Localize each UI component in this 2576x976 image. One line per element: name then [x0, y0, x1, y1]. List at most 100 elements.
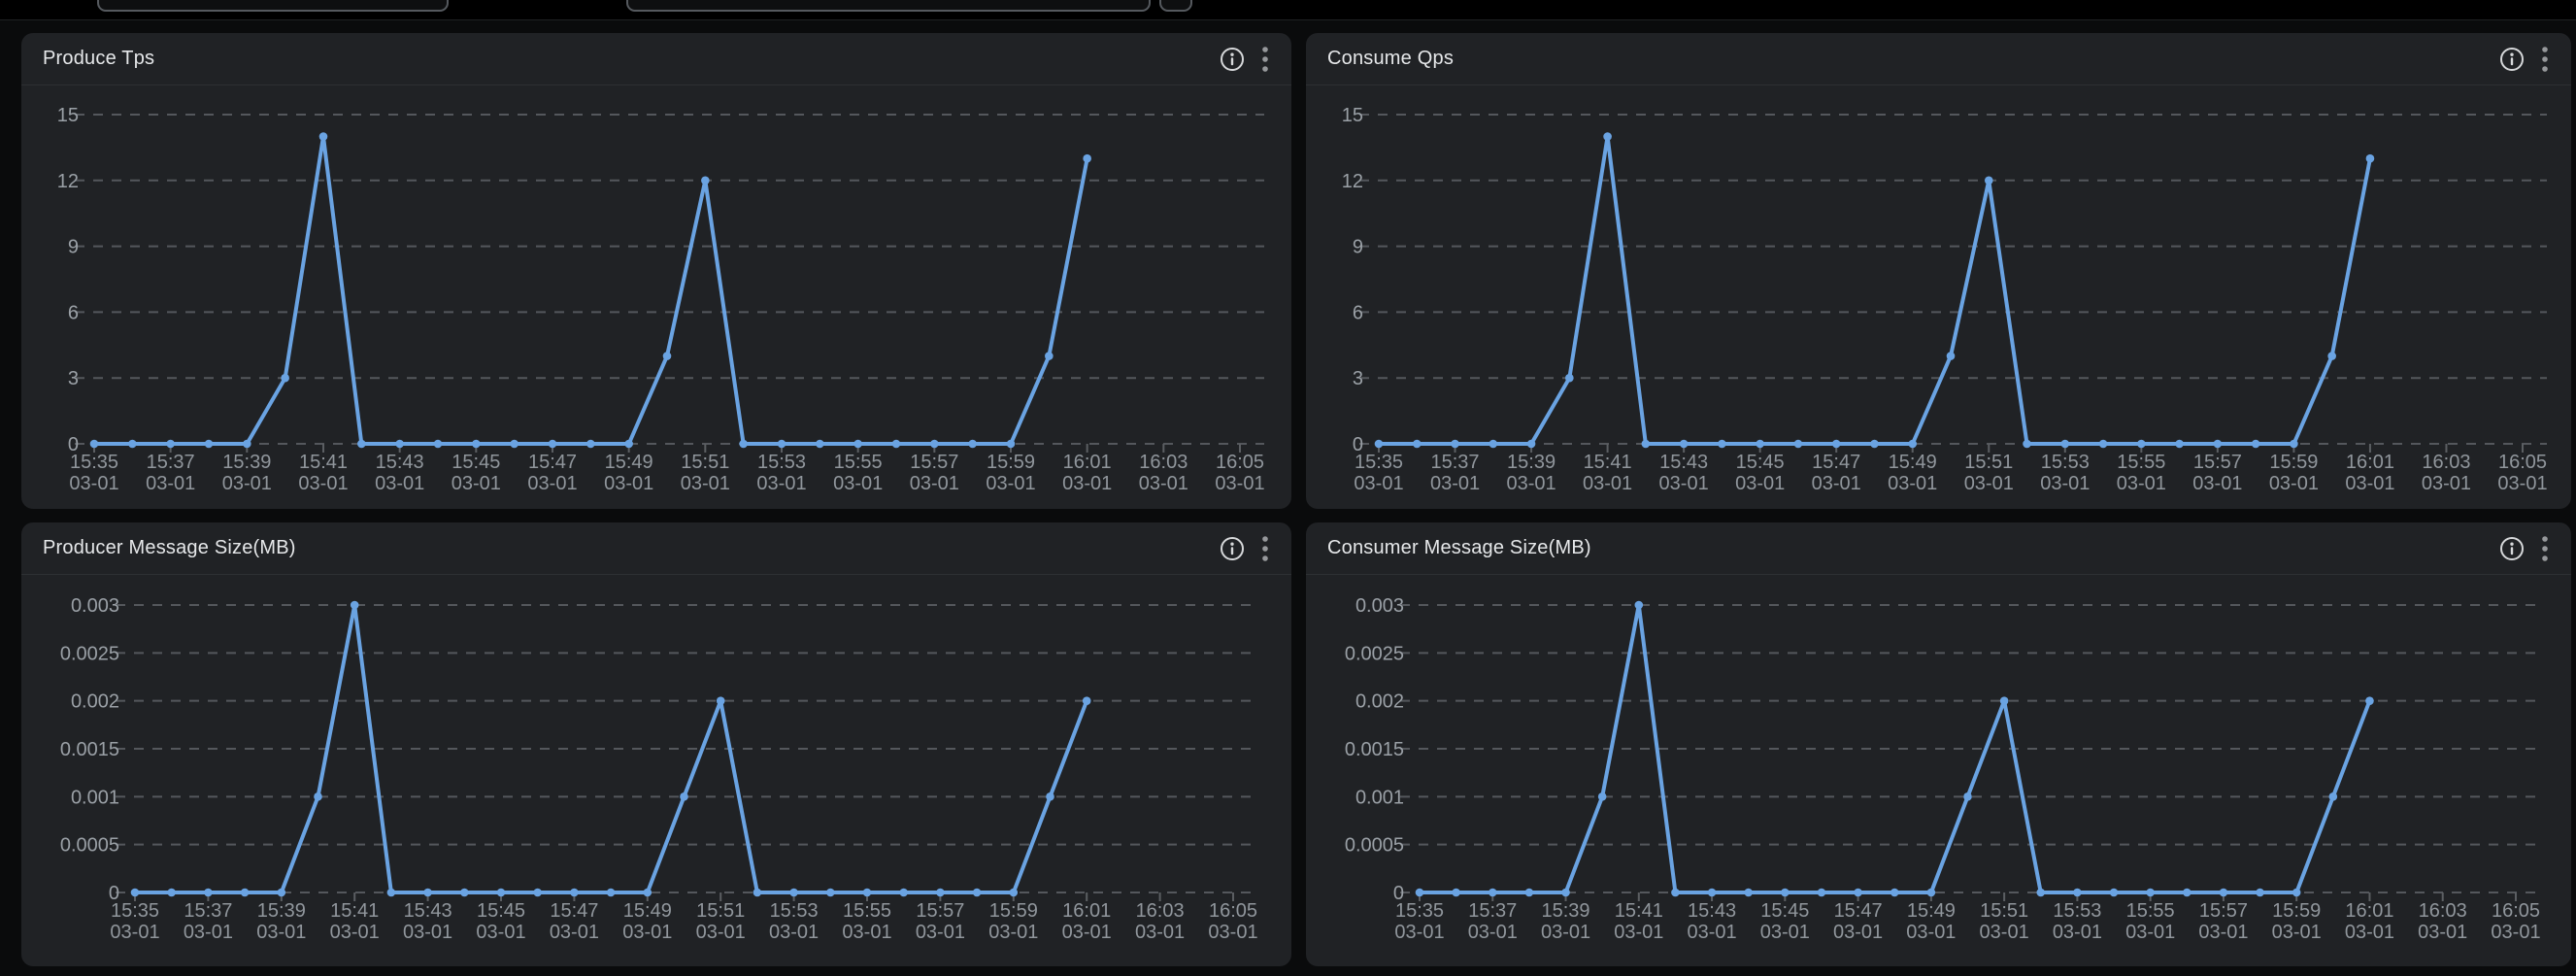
svg-text:03-01: 03-01 — [910, 473, 959, 494]
topbar-input-left[interactable] — [97, 0, 449, 12]
svg-text:03-01: 03-01 — [1062, 922, 1112, 943]
svg-text:15:49: 15:49 — [605, 452, 653, 473]
svg-text:15:37: 15:37 — [184, 900, 232, 922]
svg-text:03-01: 03-01 — [1135, 922, 1185, 943]
topbar-input-right[interactable] — [626, 0, 1151, 12]
svg-text:03-01: 03-01 — [622, 922, 672, 943]
info-icon[interactable] — [1220, 47, 1245, 72]
svg-text:03-01: 03-01 — [452, 473, 501, 494]
svg-text:03-01: 03-01 — [2422, 473, 2471, 494]
svg-text:15:43: 15:43 — [376, 452, 424, 473]
svg-text:03-01: 03-01 — [1833, 922, 1883, 943]
svg-text:15:47: 15:47 — [550, 900, 598, 922]
svg-text:15: 15 — [57, 105, 79, 126]
kebab-menu-icon[interactable] — [1260, 534, 1270, 563]
svg-text:0.0025: 0.0025 — [60, 643, 119, 664]
svg-text:03-01: 03-01 — [1735, 473, 1785, 494]
svg-text:03-01: 03-01 — [403, 922, 452, 943]
svg-text:03-01: 03-01 — [1760, 922, 1810, 943]
svg-text:03-01: 03-01 — [1208, 922, 1257, 943]
svg-text:3: 3 — [68, 368, 79, 389]
svg-text:03-01: 03-01 — [2269, 473, 2319, 494]
kebab-menu-icon[interactable] — [1260, 45, 1270, 74]
svg-text:03-01: 03-01 — [2418, 922, 2467, 943]
panel-actions — [2499, 45, 2550, 74]
panel-header: Consumer Message Size(MB) — [1306, 522, 2571, 575]
svg-text:03-01: 03-01 — [476, 922, 525, 943]
kebab-menu-icon[interactable] — [2540, 45, 2550, 74]
svg-text:15:41: 15:41 — [299, 452, 348, 473]
consumer-message-size-chart[interactable]: 00.00050.0010.00150.0020.00250.00315:350… — [1306, 575, 2571, 966]
svg-text:0.002: 0.002 — [1355, 691, 1404, 713]
panel-header: Producer Message Size(MB) — [21, 522, 1291, 575]
svg-text:16:05: 16:05 — [1216, 452, 1264, 473]
svg-text:15:41: 15:41 — [1615, 900, 1663, 922]
svg-text:15:57: 15:57 — [2193, 452, 2242, 473]
svg-text:03-01: 03-01 — [146, 473, 195, 494]
svg-text:0.001: 0.001 — [71, 787, 119, 808]
svg-text:03-01: 03-01 — [184, 922, 233, 943]
svg-text:16:05: 16:05 — [1209, 900, 1257, 922]
topbar-mini-button[interactable] — [1159, 0, 1192, 12]
info-icon[interactable] — [1220, 536, 1245, 561]
svg-text:03-01: 03-01 — [1139, 473, 1188, 494]
svg-text:15:49: 15:49 — [623, 900, 672, 922]
svg-text:15:43: 15:43 — [404, 900, 452, 922]
kebab-menu-icon[interactable] — [2540, 534, 2550, 563]
svg-text:16:01: 16:01 — [1063, 452, 1112, 473]
svg-text:12: 12 — [57, 171, 79, 192]
svg-text:03-01: 03-01 — [756, 473, 806, 494]
svg-text:03-01: 03-01 — [1215, 473, 1264, 494]
svg-text:15:45: 15:45 — [1760, 900, 1809, 922]
info-icon[interactable] — [2499, 47, 2525, 72]
svg-text:03-01: 03-01 — [916, 922, 965, 943]
topbar — [0, 0, 2576, 20]
svg-text:15:39: 15:39 — [1542, 900, 1590, 922]
svg-text:03-01: 03-01 — [1906, 922, 1956, 943]
svg-text:03-01: 03-01 — [110, 922, 159, 943]
svg-text:03-01: 03-01 — [375, 473, 424, 494]
svg-text:16:01: 16:01 — [2346, 452, 2394, 473]
svg-text:15: 15 — [1342, 105, 1363, 126]
svg-text:15:49: 15:49 — [1889, 452, 1937, 473]
panel-header: Consume Qps — [1306, 33, 2571, 85]
svg-text:15:45: 15:45 — [477, 900, 525, 922]
svg-text:03-01: 03-01 — [330, 922, 380, 943]
svg-text:03-01: 03-01 — [2345, 473, 2394, 494]
svg-text:03-01: 03-01 — [1980, 922, 2029, 943]
panel-title: Consumer Message Size(MB) — [1327, 537, 1591, 559]
svg-text:03-01: 03-01 — [550, 922, 599, 943]
svg-text:15:39: 15:39 — [257, 900, 306, 922]
svg-text:15:35: 15:35 — [111, 900, 159, 922]
svg-text:15:35: 15:35 — [1355, 452, 1403, 473]
svg-text:03-01: 03-01 — [833, 473, 883, 494]
svg-text:15:55: 15:55 — [2126, 900, 2175, 922]
svg-text:0.002: 0.002 — [71, 691, 119, 713]
consume-qps-chart[interactable]: 0369121515:3503-0115:3703-0115:3903-0115… — [1306, 85, 2571, 509]
svg-text:15:51: 15:51 — [696, 900, 745, 922]
panel-title: Consume Qps — [1327, 48, 1454, 70]
panel-title: Producer Message Size(MB) — [43, 537, 296, 559]
svg-text:15:41: 15:41 — [1584, 452, 1632, 473]
panel-consume-qps: Consume Qps 0369121515:3503-0115:3703-01… — [1306, 33, 2571, 509]
panel-produce-tps: Produce Tps 0369121515:3503-0115:3703-01… — [21, 33, 1291, 509]
svg-text:15:43: 15:43 — [1688, 900, 1736, 922]
svg-text:03-01: 03-01 — [1430, 473, 1480, 494]
svg-text:03-01: 03-01 — [604, 473, 653, 494]
info-icon[interactable] — [2499, 536, 2525, 561]
svg-text:03-01: 03-01 — [2272, 922, 2322, 943]
producer-message-size-chart[interactable]: 00.00050.0010.00150.0020.00250.00315:350… — [21, 575, 1291, 966]
panel-actions — [2499, 534, 2550, 563]
panel-actions — [1220, 534, 1270, 563]
svg-text:12: 12 — [1342, 171, 1363, 192]
produce-tps-chart[interactable]: 0369121515:3503-0115:3703-0115:3903-0115… — [21, 85, 1291, 509]
svg-text:03-01: 03-01 — [2345, 922, 2394, 943]
svg-text:03-01: 03-01 — [2117, 473, 2166, 494]
svg-text:15:51: 15:51 — [681, 452, 729, 473]
svg-text:03-01: 03-01 — [256, 922, 306, 943]
svg-text:15:59: 15:59 — [987, 452, 1035, 473]
svg-text:15:57: 15:57 — [910, 452, 958, 473]
svg-text:15:41: 15:41 — [330, 900, 379, 922]
svg-text:03-01: 03-01 — [1812, 473, 1861, 494]
svg-text:15:53: 15:53 — [757, 452, 806, 473]
